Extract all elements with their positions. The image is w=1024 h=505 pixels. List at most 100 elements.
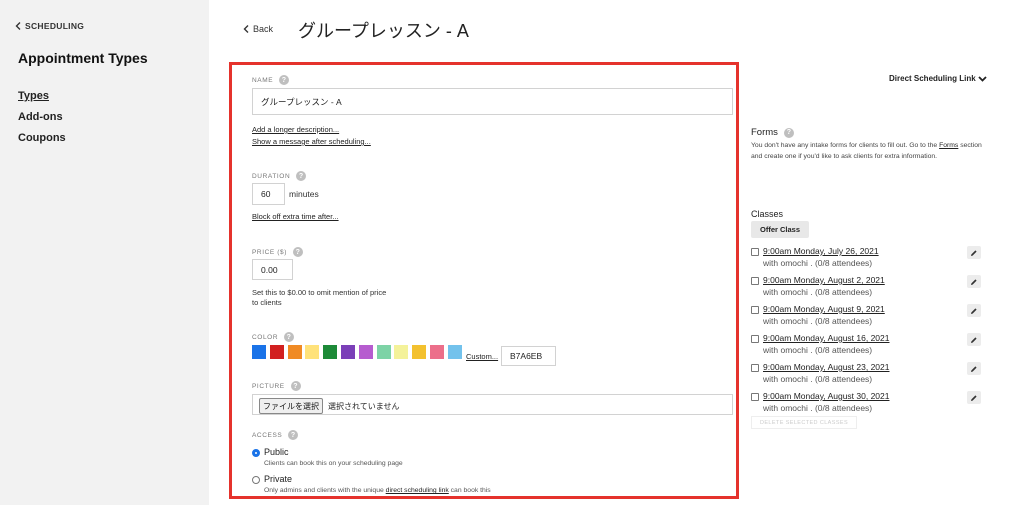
chevron-down-icon [978,75,987,82]
pencil-icon [971,278,977,285]
pencil-icon [971,307,977,314]
help-icon[interactable]: ? [290,381,301,391]
help-icon[interactable]: ? [288,430,299,440]
edit-class-button[interactable] [967,391,981,404]
color-swatch[interactable] [252,345,266,359]
custom-color-input[interactable]: B7A6EB [501,346,556,366]
color-swatch[interactable] [269,345,284,359]
class-row: 9:00am Monday, August 16, 2021 with omoch… [751,333,986,357]
class-date-link[interactable]: 9:00am Monday, August 30, 2021 [763,391,890,401]
edit-class-button[interactable] [967,362,981,375]
sidebar-item-add-ons[interactable]: Add-ons [18,111,63,123]
add-description-link[interactable]: Add a longer description... [252,125,339,134]
price-hint-line-2: to clients [252,298,282,307]
help-icon[interactable]: ? [284,332,295,342]
offer-class-button[interactable]: Offer Class [751,221,809,238]
edit-class-button[interactable] [967,333,981,346]
direct-scheduling-link[interactable]: direct scheduling link [386,487,449,494]
classes-section-title: Classes [751,209,784,219]
price-label: PRICE ($) ? [252,247,304,257]
forms-link[interactable]: Forms [939,142,958,149]
duration-input[interactable]: 60 [252,183,285,205]
sidebar-item-types[interactable]: Types [18,90,49,102]
picture-file-field [252,394,733,415]
direct-scheduling-link-dropdown[interactable]: Direct Scheduling Link [889,74,987,83]
chevron-left-icon [243,25,249,33]
access-public-label: Public [264,447,289,457]
class-date-link[interactable]: 9:00am Monday, July 26, 2021 [763,246,879,256]
back-to-scheduling-link[interactable]: SCHEDULING [15,21,84,31]
duration-label: DURATION ? [252,171,307,181]
color-swatch[interactable] [341,345,355,359]
class-row: 9:00am Monday, August 30, 2021 with omoch… [751,391,986,415]
delete-selected-classes-button[interactable]: DELETE SELECTED CLASSES [751,416,857,429]
sidebar-item-coupons[interactable]: Coupons [18,132,66,144]
class-checkbox[interactable] [751,248,759,256]
color-swatch[interactable] [412,345,427,359]
class-row: 9:00am Monday, August 2, 2021 with omochi… [751,275,986,299]
class-checkbox[interactable] [751,306,759,314]
duration-unit: minutes [289,189,319,199]
color-swatch[interactable] [305,345,320,359]
color-swatch[interactable] [447,345,462,359]
access-private-label: Private [264,474,293,484]
class-checkbox[interactable] [751,393,759,401]
help-icon[interactable]: ? [296,171,307,181]
page-title: グループレッスン - A [298,21,469,41]
class-checkbox[interactable] [751,364,759,372]
help-icon[interactable]: ? [279,75,290,85]
access-private-desc: Only admins and clients with the unique … [264,487,491,494]
access-public-desc: Clients can book this on your scheduling… [264,460,403,467]
block-off-time-link[interactable]: Block off extra time after... [252,212,339,221]
color-swatch[interactable] [394,345,409,359]
price-input[interactable]: 0.00 [252,259,293,280]
class-date-link[interactable]: 9:00am Monday, August 2, 2021 [763,275,885,285]
edit-class-button[interactable] [967,275,981,288]
access-public-radio[interactable] [252,449,260,457]
help-icon[interactable]: ? [783,127,794,138]
edit-class-button[interactable] [967,304,981,317]
color-swatch[interactable] [358,345,373,359]
name-input[interactable]: グループレッスン - A [252,88,733,115]
pencil-icon [971,394,977,401]
back-button[interactable]: Back [243,24,273,34]
class-date-link[interactable]: 9:00am Monday, August 9, 2021 [763,304,885,314]
pencil-icon [971,336,977,343]
class-row: 9:00am Monday, August 23, 2021 with omoch… [751,362,986,386]
class-checkbox[interactable] [751,335,759,343]
custom-color-link[interactable]: Custom... [466,352,498,361]
sidebar: SCHEDULING Appointment Types Types Add-o… [0,0,209,505]
access-label: ACCESS ? [252,430,299,440]
class-attendees: with omochi . (0/8 attendees) [763,258,873,268]
forms-section-title: Forms ? [751,127,794,138]
help-icon[interactable]: ? [293,247,304,257]
picture-label: PICTURE ? [252,381,301,391]
choose-file-button[interactable]: ファイルを選択 [259,398,323,414]
sidebar-title: Appointment Types [18,50,148,66]
class-attendees: with omochi . (0/8 attendees) [763,287,873,297]
class-attendees: with omochi . (0/8 attendees) [763,316,873,326]
color-swatch[interactable] [323,345,338,359]
class-checkbox[interactable] [751,277,759,285]
pencil-icon [971,365,977,372]
color-swatch[interactable] [376,345,391,359]
edit-class-button[interactable] [967,246,981,259]
back-to-scheduling-label: SCHEDULING [25,21,85,31]
chevron-left-icon [15,22,21,30]
class-date-link[interactable]: 9:00am Monday, August 16, 2021 [763,333,890,343]
back-label: Back [253,24,274,34]
access-private-radio[interactable] [252,476,260,484]
class-attendees: with omochi . (0/8 attendees) [763,403,873,413]
class-date-link[interactable]: 9:00am Monday, August 23, 2021 [763,362,890,372]
color-swatch[interactable] [287,345,302,359]
color-label: COLOR ? [252,332,295,342]
color-swatch[interactable] [430,345,444,359]
class-row: 9:00am Monday, August 9, 2021 with omochi… [751,304,986,328]
class-row: 9:00am Monday, July 26, 2021 with omochi … [751,246,986,270]
price-hint-line-1: Set this to $0.00 to omit mention of pri… [252,288,387,297]
pencil-icon [971,249,977,256]
file-status: 選択されていません [328,402,400,411]
show-message-link[interactable]: Show a message after scheduling... [252,137,371,146]
class-attendees: with omochi . (0/8 attendees) [763,374,873,384]
class-attendees: with omochi . (0/8 attendees) [763,345,873,355]
